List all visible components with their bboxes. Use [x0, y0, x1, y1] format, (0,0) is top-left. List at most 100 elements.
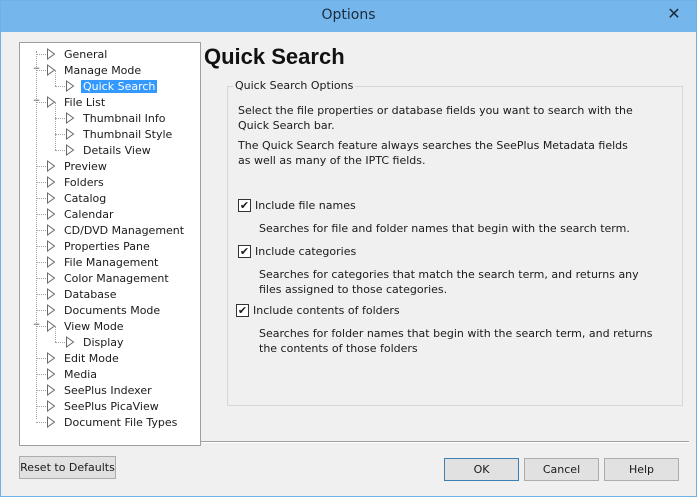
collapse-icon[interactable]: −	[32, 97, 41, 106]
tree-item-label: Display	[83, 335, 124, 349]
tree-guide	[55, 102, 56, 118]
ok-button[interactable]: OK	[444, 458, 519, 481]
tree-item[interactable]: Edit Mode	[46, 350, 121, 366]
tree-item-label: Color Management	[64, 271, 169, 285]
node-arrow-icon	[46, 416, 56, 428]
help-button[interactable]: Help	[604, 458, 679, 481]
tree-item[interactable]: Quick Search	[65, 78, 158, 94]
checkbox-icon[interactable]: ✔	[238, 199, 251, 212]
tree-item[interactable]: Media	[46, 366, 99, 382]
tree-connector	[36, 294, 46, 295]
separator	[201, 441, 689, 443]
tree-item-label: View Mode	[64, 319, 124, 333]
node-arrow-icon	[46, 352, 56, 364]
tree-item-label: Edit Mode	[64, 351, 119, 365]
option-description: Searches for categories that match the s…	[259, 268, 639, 296]
tree-connector	[55, 118, 65, 119]
checkbox-label[interactable]: Include categories	[255, 245, 356, 258]
tree-item-label: CD/DVD Management	[64, 223, 185, 237]
tree-item-label: File List	[64, 95, 106, 109]
options-tree[interactable]: General − Manage Mode Quick Search − File Lis…	[19, 42, 201, 446]
tree-connector	[36, 278, 46, 279]
node-arrow-icon	[65, 144, 75, 156]
tree-item-label: Media	[64, 367, 98, 381]
tree-guide	[55, 134, 56, 150]
include-contents-of-folders-checkbox[interactable]: ✔ Include contents of folders	[236, 304, 400, 317]
node-arrow-icon	[65, 112, 75, 124]
tree-item-label: Manage Mode	[64, 63, 142, 77]
tree-item-label: Document File Types	[64, 415, 178, 429]
options-window: Options ✕ General − Manage Mode Quick Searc…	[0, 0, 697, 497]
intro-text-1: Select the file properties or database f…	[238, 104, 633, 132]
tree-item[interactable]: Database	[46, 286, 119, 302]
checkbox-icon[interactable]: ✔	[238, 245, 251, 258]
page-title: Quick Search	[204, 44, 345, 69]
tree-item[interactable]: Preview	[46, 158, 109, 174]
node-arrow-icon	[46, 368, 56, 380]
tree-connector	[55, 134, 65, 135]
tree-item[interactable]: SeePlus PicaView	[46, 398, 161, 414]
tree-connector	[36, 422, 46, 423]
tree-connector	[55, 86, 65, 87]
group-title: Quick Search Options	[233, 79, 356, 92]
tree-item[interactable]: Thumbnail Info	[65, 110, 168, 126]
tree-item[interactable]: Documents Mode	[46, 302, 162, 318]
tree-item[interactable]: CD/DVD Management	[46, 222, 186, 238]
checkbox-label[interactable]: Include file names	[255, 199, 356, 212]
tree-item-label: Thumbnail Style	[83, 127, 173, 141]
tree-connector	[36, 374, 46, 375]
tree-item[interactable]: Thumbnail Style	[65, 126, 174, 142]
collapse-icon[interactable]: −	[32, 321, 41, 330]
tree-item[interactable]: Catalog	[46, 190, 108, 206]
tree-connector	[36, 182, 46, 183]
node-arrow-icon	[46, 288, 56, 300]
tree-item[interactable]: General	[46, 46, 109, 62]
checkbox-label[interactable]: Include contents of folders	[253, 304, 400, 317]
tree-item[interactable]: View Mode	[46, 318, 126, 334]
cancel-button[interactable]: Cancel	[524, 458, 599, 481]
tree-connector	[36, 166, 46, 167]
intro-text-2: The Quick Search feature always searches…	[238, 139, 628, 167]
tree-item-label: Database	[64, 287, 117, 301]
tree-item[interactable]: Color Management	[46, 270, 171, 286]
tree-item-label: SeePlus PicaView	[64, 399, 159, 413]
tree-item-label: SeePlus Indexer	[64, 383, 152, 397]
dialog-body: General − Manage Mode Quick Search − File Lis…	[8, 32, 689, 490]
tree-connector	[55, 342, 65, 343]
tree-item-label: Thumbnail Info	[83, 111, 166, 125]
close-icon[interactable]: ✕	[659, 1, 689, 25]
tree-connector	[36, 310, 46, 311]
tree-item-label: Details View	[83, 143, 151, 157]
tree-guide	[36, 51, 37, 419]
include-file-names-checkbox[interactable]: ✔ Include file names	[238, 199, 356, 212]
tree-item[interactable]: SeePlus Indexer	[46, 382, 154, 398]
tree-item[interactable]: Properties Pane	[46, 238, 152, 254]
tree-item[interactable]: Document File Types	[46, 414, 179, 430]
tree-item[interactable]: Display	[65, 334, 126, 350]
tree-item[interactable]: Details View	[65, 142, 153, 158]
tree-item[interactable]: Calendar	[46, 206, 115, 222]
node-arrow-icon	[46, 192, 56, 204]
collapse-icon[interactable]: −	[32, 65, 41, 74]
tree-item[interactable]: File Management	[46, 254, 160, 270]
node-arrow-icon	[46, 256, 56, 268]
node-arrow-icon	[46, 208, 56, 220]
tree-item-label: Calendar	[64, 207, 114, 221]
reset-to-defaults-button[interactable]: Reset to Defaults	[19, 456, 116, 479]
tree-connector	[55, 150, 65, 151]
include-categories-checkbox[interactable]: ✔ Include categories	[238, 245, 356, 258]
tree-item-label: Quick Search	[81, 79, 158, 93]
tree-item[interactable]: Folders	[46, 174, 106, 190]
node-arrow-icon	[65, 336, 75, 348]
tree-connector	[36, 246, 46, 247]
tree-connector	[36, 406, 46, 407]
checkbox-icon[interactable]: ✔	[236, 304, 249, 317]
tree-item[interactable]: Manage Mode	[46, 62, 143, 78]
tree-item-label: Documents Mode	[64, 303, 161, 317]
node-arrow-icon	[46, 176, 56, 188]
title-bar[interactable]: Options ✕	[1, 1, 696, 32]
tree-item-label: Properties Pane	[64, 239, 150, 253]
tree-guide	[55, 118, 56, 134]
option-description: Searches for file and folder names that …	[259, 222, 630, 235]
tree-connector	[36, 230, 46, 231]
